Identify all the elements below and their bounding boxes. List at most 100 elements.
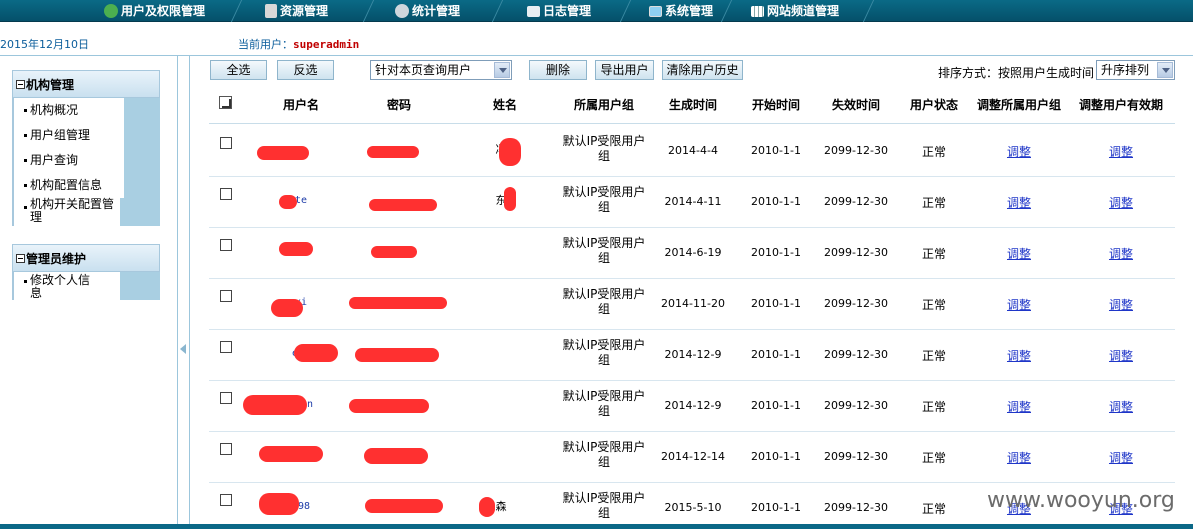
adjust-expiry-link[interactable]: 调整 — [1071, 194, 1171, 211]
collapse-icon[interactable] — [16, 254, 25, 263]
nav-channels[interactable]: 网站频道管理 — [751, 0, 839, 22]
sort-order-select[interactable]: 升序排列 — [1096, 60, 1175, 80]
nav-label: 系统管理 — [665, 4, 714, 18]
table-header: 用户名 密码 姓名 所属用户组 生成时间 开始时间 失效时间 用户状态 调整所属… — [209, 84, 1175, 124]
sidebar-item-org-overview[interactable]: 机构概况 — [14, 98, 124, 123]
collapse-icon[interactable] — [16, 80, 25, 89]
chevron-down-icon[interactable] — [494, 62, 510, 78]
redaction-mark — [294, 344, 338, 362]
cell-group: 默认IP受限用户组 — [562, 389, 646, 418]
cell-group: 默认IP受限用户组 — [562, 338, 646, 367]
col-password: 密码 — [386, 98, 411, 112]
row-checkbox[interactable] — [220, 392, 232, 404]
sidebar-section-org: 机构管理 机构概况 用户组管理 用户查询 机构配置信息 机构开关配置管理 — [12, 70, 160, 226]
redaction-mark — [367, 146, 419, 158]
delete-button[interactable]: 删除 — [529, 60, 587, 80]
row-checkbox[interactable] — [220, 443, 232, 455]
adjust-group-link[interactable]: 调整 — [969, 245, 1069, 262]
col-start: 开始时间 — [751, 98, 800, 112]
cell-expire: 2099-12-30 — [824, 246, 888, 259]
cell-status: 正常 — [921, 196, 946, 210]
cell-expire: 2099-12-30 — [824, 501, 888, 514]
redaction-mark — [257, 146, 309, 160]
nav-logs[interactable]: 日志管理 — [527, 0, 591, 22]
collapse-arrow-icon[interactable] — [180, 344, 186, 354]
nav-resources[interactable]: 资源管理 — [265, 0, 328, 22]
sidebar-item-org-switch-config[interactable]: 机构开关配置管理 — [14, 198, 114, 226]
sidebar-item-org-config[interactable]: 机构配置信息 — [14, 173, 124, 198]
chevron-down-icon[interactable] — [1157, 62, 1173, 78]
adjust-expiry-link[interactable]: 调整 — [1071, 398, 1171, 415]
adjust-group-link[interactable]: 调整 — [969, 449, 1069, 466]
adjust-group-link[interactable]: 调整 — [969, 398, 1069, 415]
row-checkbox[interactable] — [220, 494, 232, 506]
cell-status: 正常 — [921, 145, 946, 159]
cell-created: 2014-6-19 — [664, 246, 722, 259]
row-checkbox[interactable] — [220, 341, 232, 353]
row-checkbox[interactable] — [220, 290, 232, 302]
redaction-mark — [355, 348, 439, 362]
cell-status: 正常 — [921, 400, 946, 414]
cell-created: 2014-12-9 — [664, 348, 722, 361]
redaction-mark — [499, 138, 521, 166]
col-name: 姓名 — [492, 98, 517, 112]
cell-start: 2010-1-1 — [751, 501, 801, 514]
sidebar-item-group-management[interactable]: 用户组管理 — [14, 123, 124, 148]
nav-system[interactable]: 系统管理 — [649, 0, 713, 22]
row-checkbox[interactable] — [220, 137, 232, 149]
cell-created: 2014-4-4 — [668, 144, 718, 157]
export-users-button[interactable]: 导出用户 — [595, 60, 654, 80]
adjust-expiry-link[interactable]: 调整 — [1071, 347, 1171, 364]
col-expire: 失效时间 — [831, 98, 880, 112]
clear-history-button[interactable]: 清除用户历史 — [662, 60, 743, 80]
cell-group: 默认IP受限用户组 — [562, 491, 646, 520]
col-adjust-expiry: 调整用户有效期 — [1078, 98, 1163, 112]
cell-group: 默认IP受限用户组 — [562, 440, 646, 469]
cell-start: 2010-1-1 — [751, 144, 801, 157]
toolbar: 全选 反选 针对本页查询用户 删除 导出用户 清除用户历史 排序方式：按照用户生… — [192, 56, 1193, 84]
cell-created: 2014-4-11 — [664, 195, 722, 208]
monitor-icon — [649, 5, 662, 17]
adjust-expiry-link[interactable]: 调整 — [1071, 245, 1171, 262]
table-row: ha默认IP受限用户组2014-6-192010-1-12099-12-30正常… — [209, 228, 1175, 279]
table-row: chin默认IP受限用户组2014-12-92010-1-12099-12-30… — [209, 381, 1175, 432]
cell-start: 2010-1-1 — [751, 246, 801, 259]
info-bar: 2015年12月10日 当前用户：superadmin — [0, 22, 1193, 56]
sidebar-section-header[interactable]: 管理员维护 — [12, 244, 160, 272]
redaction-mark — [369, 199, 437, 211]
sidebar-splitter[interactable] — [177, 56, 190, 525]
query-scope-select[interactable]: 针对本页查询用户 — [370, 60, 512, 80]
cell-group: 默认IP受限用户组 — [562, 134, 646, 163]
cell-created: 2014-12-14 — [661, 450, 725, 463]
select-all-button[interactable]: 全选 — [210, 60, 267, 80]
current-user-label: 当前用户： — [238, 38, 293, 51]
nav-label: 网站频道管理 — [767, 4, 840, 18]
adjust-group-link[interactable]: 调整 — [969, 194, 1069, 211]
adjust-group-link[interactable]: 调整 — [969, 347, 1069, 364]
adjust-group-link[interactable]: 调整 — [969, 296, 1069, 313]
cell-group: 默认IP受限用户组 — [562, 287, 646, 316]
invert-selection-button[interactable]: 反选 — [277, 60, 334, 80]
row-checkbox[interactable] — [220, 188, 232, 200]
nav-users-permissions[interactable]: 用户及权限管理 — [104, 0, 205, 22]
adjust-group-link[interactable]: 调整 — [969, 143, 1069, 160]
cell-created: 2014-11-20 — [661, 297, 725, 310]
sidebar-item-edit-profile[interactable]: 修改个人信息 — [14, 272, 94, 300]
cell-username: te — [294, 195, 308, 206]
adjust-expiry-link[interactable]: 调整 — [1071, 449, 1171, 466]
sidebar-item-user-query[interactable]: 用户查询 — [14, 148, 124, 173]
adjust-expiry-link[interactable]: 调整 — [1071, 296, 1171, 313]
table-row: ech3默认IP受限用户组2014-12-92010-1-12099-12-30… — [209, 330, 1175, 381]
sidebar: 机构管理 机构概况 用户组管理 用户查询 机构配置信息 机构开关配置管理 管理员… — [0, 56, 178, 525]
sidebar-section-header[interactable]: 机构管理 — [12, 70, 160, 98]
select-all-checkbox-icon[interactable] — [219, 96, 232, 109]
nav-statistics[interactable]: 统计管理 — [395, 0, 460, 22]
query-scope-value: 针对本页查询用户 — [375, 63, 472, 77]
table-row: xi默认IP受限用户组2014-11-202010-1-12099-12-30正… — [209, 279, 1175, 330]
table-row: te 东默认IP受限用户组 2014-4-11 2010-1-1 2099-12-30 正… — [209, 177, 1175, 228]
col-username: 用户名 — [282, 98, 319, 112]
cell-start: 2010-1-1 — [751, 399, 801, 412]
row-checkbox[interactable] — [220, 239, 232, 251]
redaction-mark — [365, 499, 443, 513]
adjust-expiry-link[interactable]: 调整 — [1071, 143, 1171, 160]
